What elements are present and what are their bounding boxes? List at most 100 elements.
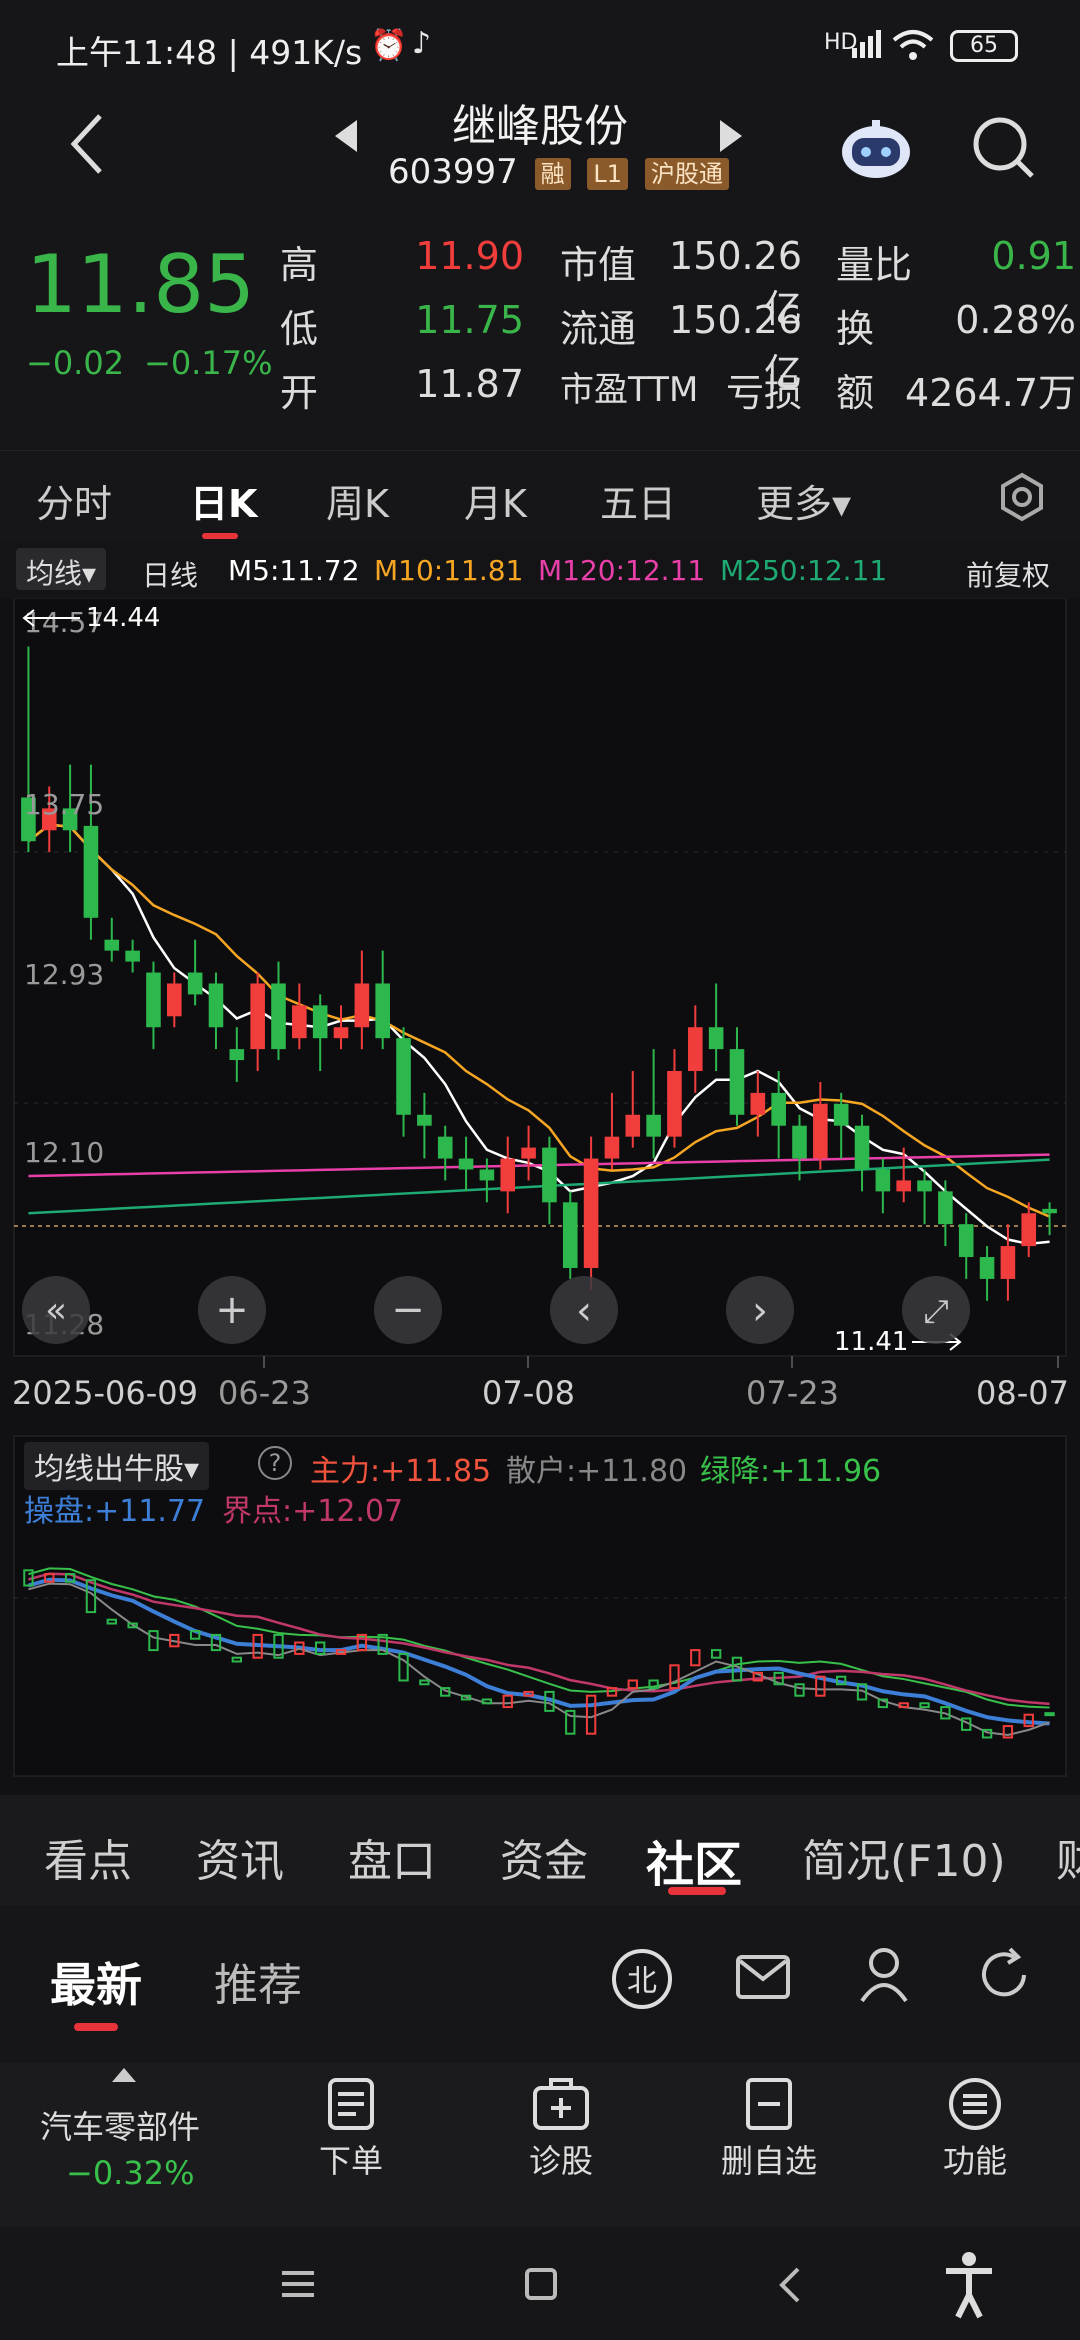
tab-finance[interactable]: 财 (1056, 1825, 1080, 1889)
open-value: 11.87 (415, 362, 524, 406)
help-icon[interactable]: ? (258, 1446, 292, 1480)
tab-active-indicator (668, 1887, 726, 1895)
candle-body (938, 1191, 953, 1225)
retail-label: 散户:+11.80 (506, 1454, 688, 1489)
candle-body (104, 939, 120, 951)
order-button[interactable]: 下单 (286, 2076, 416, 2182)
signal-icon (850, 28, 890, 64)
ma5-legend: M5:11.72 (228, 554, 360, 587)
tab-intraday[interactable]: 分时 (36, 473, 112, 528)
search-button[interactable] (968, 112, 1038, 186)
tab-monthly-k[interactable]: 月K (464, 473, 527, 528)
adjust-select[interactable]: 前复权 (966, 554, 1050, 594)
system-nav-bar (0, 2227, 1080, 2340)
sector-change: −0.32% (66, 2154, 195, 2192)
candle-body (271, 983, 286, 1050)
candle-body (583, 1158, 599, 1268)
price-axis-label: 12.93 (24, 958, 104, 991)
candle-body (875, 1169, 891, 1192)
sector-name[interactable]: 汽车零部件 (40, 2102, 200, 2148)
mail-icon (736, 1955, 790, 1999)
indicator-select[interactable]: 均线▾ (16, 548, 107, 590)
refresh-icon (982, 1947, 1026, 1997)
tab-funds[interactable]: 资金 (500, 1825, 588, 1889)
low-value: 11.75 (415, 298, 524, 342)
tab-recommend[interactable]: 推荐 (214, 1949, 302, 2013)
expand-icon[interactable] (112, 2068, 136, 2082)
boundary-label: 界点:+12.07 (222, 1494, 404, 1529)
nav-menu-button[interactable] (280, 2269, 316, 2303)
home-icon (525, 2268, 557, 2300)
price-axis-label: 12.10 (24, 1136, 104, 1169)
robot-button[interactable] (836, 114, 916, 188)
candle-body (208, 983, 224, 1028)
candle-body (833, 1103, 849, 1126)
candle-body (417, 1114, 432, 1126)
candle-body (646, 1114, 661, 1137)
remove-watchlist-button[interactable]: 删自选 (704, 2076, 834, 2182)
kline-chart-area[interactable]: 14.57 13.75 12.93 12.10 11.28 14.44 11.4… (0, 597, 1080, 1428)
nav-home-button[interactable] (524, 2267, 558, 2305)
candle-body (729, 1049, 745, 1115)
candle-body (958, 1224, 974, 1258)
remove-watchlist-label: 删自选 (720, 2142, 817, 2180)
tab-latest[interactable]: 最新 (50, 1949, 142, 2015)
refresh-button[interactable] (974, 1945, 1034, 2009)
price-change-pct: −0.17% (144, 344, 273, 382)
tiktok-icon: ♪ (412, 26, 432, 61)
sub-indicator-select[interactable]: 均线出牛股▾ (24, 1442, 210, 1490)
candle-body (354, 983, 370, 1028)
candle-body (1000, 1246, 1016, 1279)
tab-five-day[interactable]: 五日 (600, 473, 676, 528)
nav-back-button[interactable] (776, 2265, 802, 2309)
robot-icon (842, 120, 910, 178)
candle-body (667, 1071, 682, 1137)
tab-profile-f10[interactable]: 简况(F10) (802, 1825, 1006, 1889)
wifi-icon (890, 28, 936, 66)
mcap-label: 市值 (560, 243, 637, 287)
green-fall-label: 绿降:+11.96 (700, 1454, 882, 1489)
bottom-action-bar: 汽车零部件 −0.32% 下单 诊股 删自选 功能 (0, 2062, 1080, 2227)
chart-settings-button[interactable] (996, 471, 1048, 527)
tab-news[interactable]: 资讯 (196, 1825, 284, 1889)
functions-button[interactable]: 功能 (910, 2076, 1040, 2182)
rewind-icon: « (45, 1290, 67, 1331)
diagnose-label: 诊股 (528, 2142, 593, 2180)
tab-weekly-k[interactable]: 周K (326, 473, 389, 528)
high-value: 11.90 (415, 234, 524, 278)
kline-chart[interactable]: 14.57 13.75 12.93 12.10 11.28 14.44 11.4… (0, 597, 1080, 1428)
chevron-left-icon: ‹ (576, 1288, 592, 1334)
candle-body (854, 1125, 870, 1170)
tab-daily-k[interactable]: 日K (190, 473, 257, 528)
date-label: 07-23 (746, 1374, 839, 1412)
tab-community[interactable]: 社区 (646, 1825, 742, 1895)
status-bar: 上午11:48 | 491K/s ⏰ ♪ HD 65 (0, 0, 1080, 90)
kline-period-label: 日线 (142, 559, 199, 592)
candle-body (312, 1005, 328, 1039)
back-icon (779, 2267, 800, 2303)
menu-icon (282, 2271, 314, 2297)
level-tag: L1 (587, 157, 629, 190)
tab-orderbook[interactable]: 盘口 (348, 1825, 436, 1889)
mail-button[interactable] (734, 1951, 792, 2007)
date-label: 08-07 (976, 1374, 1069, 1412)
tab-more[interactable]: 更多▾ (756, 473, 851, 528)
svg-text:北: 北 (627, 1964, 657, 1999)
tab-highlights[interactable]: 看点 (44, 1825, 132, 1889)
date-label: 07-08 (482, 1374, 575, 1412)
topic-button[interactable]: 北 (610, 1947, 674, 2015)
candle-body (896, 1180, 911, 1192)
ma250-legend: M250:12.11 (720, 554, 888, 587)
diagnose-button[interactable]: 诊股 (496, 2076, 626, 2182)
battery-icon: 65 (950, 30, 1018, 62)
profile-button[interactable] (858, 1945, 910, 2009)
functions-label: 功能 (942, 2142, 1007, 2180)
remove-icon (746, 2078, 792, 2130)
candle-body (458, 1158, 474, 1170)
amount-value: 4264.7万 (905, 371, 1076, 415)
accessibility-button[interactable] (942, 2251, 996, 2325)
high-label: 高 (280, 243, 319, 287)
settings-icon (1001, 472, 1043, 522)
candle-body (292, 1005, 307, 1039)
candle-body (771, 1092, 786, 1126)
